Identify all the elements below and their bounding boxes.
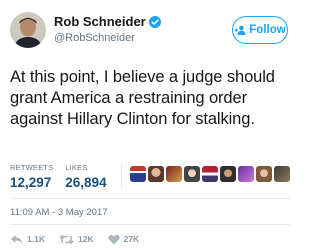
tweet-card: Rob Schneider @RobSchneider Follow At th… [0,0,300,250]
display-name-row: Rob Schneider [54,13,161,29]
follow-button[interactable]: Follow [232,16,288,44]
tweet-header: Rob Schneider @RobSchneider Follow [10,10,290,50]
stats-divider [120,163,122,189]
add-user-icon [234,25,246,35]
liker-avatar[interactable] [237,166,254,182]
liker-avatar[interactable] [129,166,146,182]
liker-avatar[interactable] [201,166,218,182]
reply-icon [10,234,23,245]
verified-badge-icon [148,15,161,28]
liker-avatar[interactable] [255,166,272,182]
author-names: Rob Schneider @RobSchneider [54,13,161,44]
like-button[interactable]: 27K [107,234,140,245]
retweets-count: 12,297 [10,175,52,190]
divider [10,198,290,199]
display-name[interactable]: Rob Schneider [54,14,146,29]
reply-count: 1.1K [27,234,45,244]
liker-avatars [129,166,290,182]
reply-button[interactable]: 1.1K [10,234,45,245]
divider [10,224,290,225]
liker-avatar[interactable] [147,166,164,182]
retweets-label: RETWEETS [10,163,54,172]
retweet-count: 12K [77,234,94,244]
like-count: 27K [123,234,140,244]
liker-avatar[interactable] [183,166,200,182]
tweet-text: At this point, I believe a judge should … [10,68,275,128]
likes-stat[interactable]: LIKES 26,894 [65,163,106,190]
retweets-stat[interactable]: RETWEETS 12,297 [10,163,53,190]
author-handle[interactable]: @RobSchneider [54,32,161,44]
retweet-icon [59,234,74,245]
liker-avatar[interactable] [219,166,236,182]
avatar[interactable] [10,12,46,48]
likes-count: 26,894 [65,175,107,190]
follow-label: Follow [249,24,286,36]
tweet-stats: RETWEETS 12,297 LIKES 26,894 [10,163,292,193]
tweet-actions: 1.1K 12K 27K [10,232,153,246]
heart-icon [107,234,120,245]
tweet-timestamp[interactable]: 11:09 AM - 3 May 2017 [10,207,108,218]
retweet-button[interactable]: 12K [59,234,94,245]
likes-label: LIKES [65,163,88,172]
liker-avatar[interactable] [165,166,182,182]
liker-avatar[interactable] [273,166,290,182]
